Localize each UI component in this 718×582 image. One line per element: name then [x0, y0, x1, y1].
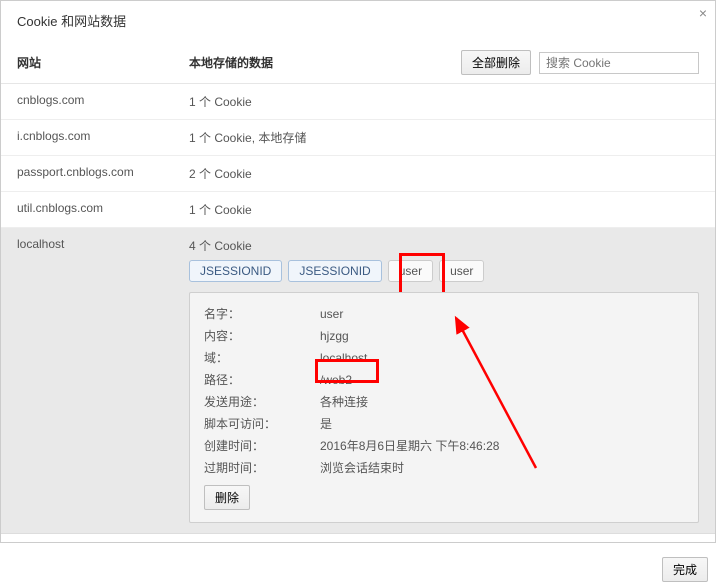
cookie-details-panel: 名字：user 内容：hjzgg 域：localhost 路径：/web2 发送… — [189, 292, 699, 523]
col-header-data: 本地存储的数据 — [189, 54, 461, 71]
close-icon[interactable]: × — [699, 5, 707, 21]
detail-value: user — [320, 305, 684, 323]
site-cell: localhost — [17, 237, 189, 254]
dialog-footer: 完成 — [0, 543, 718, 582]
col-header-site: 网站 — [17, 54, 189, 71]
data-cell: 1 个 Cookie, 本地存储 — [189, 129, 699, 146]
detail-label: 脚本可访问： — [204, 415, 320, 433]
detail-value: 浏览会话结束时 — [320, 459, 684, 477]
detail-label: 路径： — [204, 371, 320, 389]
delete-all-button[interactable]: 全部删除 — [461, 50, 531, 75]
delete-cookie-button[interactable]: 删除 — [204, 485, 250, 510]
detail-label: 内容： — [204, 327, 320, 345]
detail-label: 名字： — [204, 305, 320, 323]
detail-value: hjzgg — [320, 327, 684, 345]
table-row[interactable]: passport.cnblogs.com 2 个 Cookie — [1, 156, 715, 192]
table-row-selected: localhost 4 个 Cookie × JSESSIONID JSESSI… — [1, 228, 715, 534]
cookie-pill[interactable]: JSESSIONID — [189, 260, 282, 282]
detail-label: 过期时间： — [204, 459, 320, 477]
table-row[interactable]: util.cnblogs.com 1 个 Cookie — [1, 192, 715, 228]
data-cell: 1 个 Cookie — [189, 201, 699, 218]
cookie-dialog: × Cookie 和网站数据 网站 本地存储的数据 全部删除 cnblogs.c… — [0, 0, 716, 543]
detail-value: localhost — [320, 349, 684, 367]
detail-value: 各种连接 — [320, 393, 684, 411]
header-actions: 全部删除 — [461, 50, 699, 75]
table-row[interactable]: cnblogs.com 1 个 Cookie — [1, 84, 715, 120]
cookie-pill-selected[interactable]: user — [439, 260, 484, 282]
detail-label: 创建时间： — [204, 437, 320, 455]
detail-value: 2016年8月6日星期六 下午8:46:28 — [320, 437, 684, 455]
search-input[interactable] — [539, 52, 699, 74]
cookie-pill[interactable]: JSESSIONID — [288, 260, 381, 282]
cookie-pills: JSESSIONID JSESSIONID user user — [1, 260, 715, 290]
detail-label: 域： — [204, 349, 320, 367]
site-cell: cnblogs.com — [17, 93, 189, 110]
header-row: 网站 本地存储的数据 全部删除 — [1, 44, 715, 84]
site-cell: i.cnblogs.com — [17, 129, 189, 146]
data-cell: 4 个 Cookie — [189, 237, 699, 254]
dialog-title: Cookie 和网站数据 — [1, 1, 715, 44]
detail-value: /web2 — [320, 371, 684, 389]
detail-label: 发送用途： — [204, 393, 320, 411]
site-cell: util.cnblogs.com — [17, 201, 189, 218]
table-row[interactable]: i.cnblogs.com 1 个 Cookie, 本地存储 — [1, 120, 715, 156]
cookie-pill[interactable]: user — [388, 260, 433, 282]
data-cell: 1 个 Cookie — [189, 93, 699, 110]
site-cell: passport.cnblogs.com — [17, 165, 189, 182]
detail-value: 是 — [320, 415, 684, 433]
data-cell: 2 个 Cookie — [189, 165, 699, 182]
